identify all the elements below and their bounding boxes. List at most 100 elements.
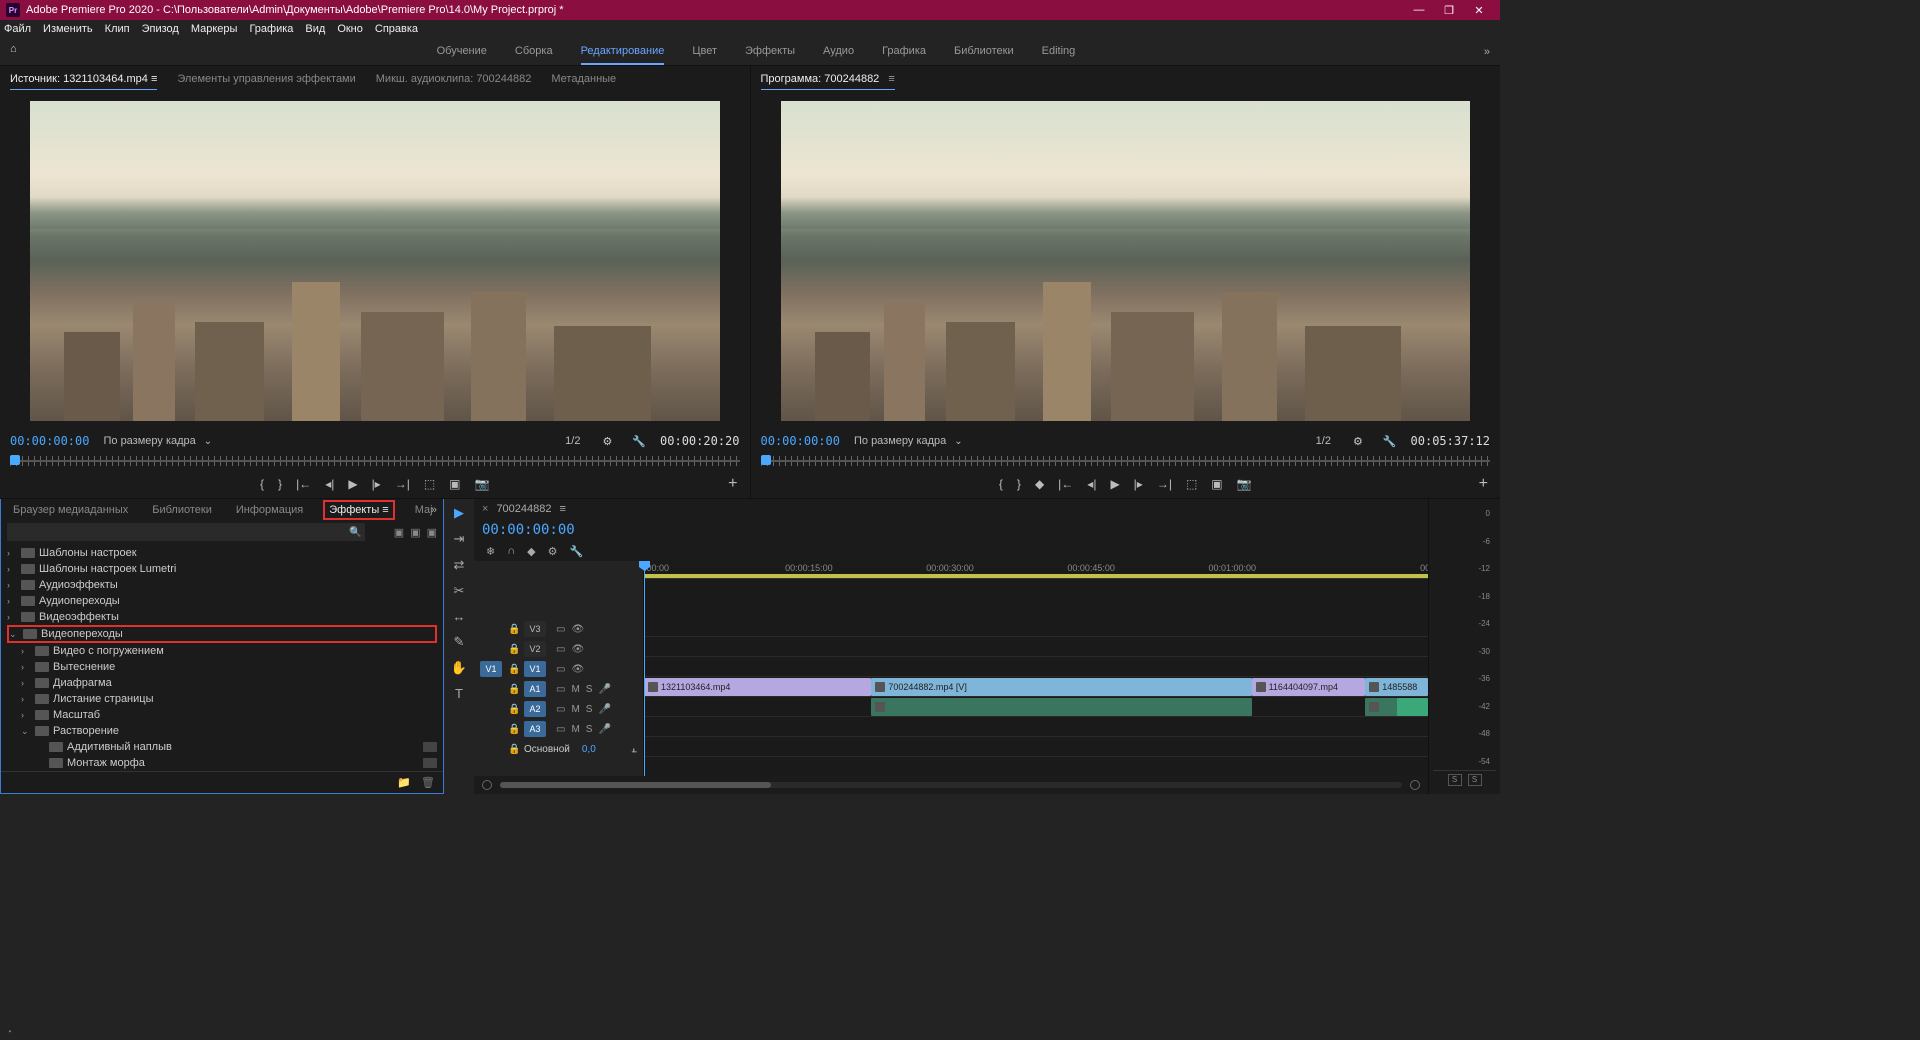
insert-icon[interactable]: ⬚ [424, 477, 435, 491]
extract-icon[interactable]: ▣ [1211, 477, 1222, 491]
fx-tab-Браузер медиаданных[interactable]: Браузер медиаданных [9, 502, 132, 518]
workspace-Аудио[interactable]: Аудио [823, 39, 854, 65]
hand-tool-icon[interactable]: ✋ [451, 660, 467, 676]
source-fit-dropdown[interactable]: По размеру кадра [103, 435, 212, 447]
program-fit-dropdown[interactable]: По размеру кадра [854, 435, 963, 447]
source-scrubber[interactable] [0, 452, 750, 470]
step-back-icon[interactable]: ◂| [1087, 477, 1096, 491]
maximize-button[interactable]: ❐ [1434, 0, 1464, 20]
source-tab-2[interactable]: Микш. аудиоклипа: 700244882 [376, 69, 532, 89]
solo-right[interactable]: S [1468, 774, 1482, 786]
fx-overflow-icon[interactable]: » [431, 504, 437, 516]
export-frame-icon[interactable]: 📷 [475, 477, 490, 491]
tree-item[interactable]: ›Видео с погружением [7, 643, 437, 659]
workspace-Editing[interactable]: Editing [1042, 39, 1076, 65]
solo-left[interactable]: S [1448, 774, 1462, 786]
menu-Эпизод[interactable]: Эпизод [142, 23, 179, 35]
workspace-overflow-icon[interactable]: » [1484, 46, 1490, 58]
overwrite-icon[interactable]: ▣ [449, 477, 460, 491]
marker-icon[interactable]: ◆ [527, 545, 535, 558]
source-res-dropdown[interactable]: 1/2 [565, 435, 580, 447]
master-track-header[interactable]: 🔒Основной0,0⫠ [474, 739, 643, 759]
mark-in-icon[interactable]: { [999, 477, 1003, 491]
tree-item[interactable]: Монтаж морфа [7, 755, 437, 771]
settings-icon[interactable]: ⚙ [602, 435, 612, 448]
minimize-button[interactable]: — [1404, 0, 1434, 20]
program-tc-in[interactable]: 00:00:00:00 [761, 434, 840, 448]
tree-item[interactable]: Аддитивный наплыв [7, 739, 437, 755]
go-out-icon[interactable]: →| [1157, 477, 1172, 491]
timeline-zoom[interactable] [474, 776, 1428, 794]
tree-item[interactable]: ›Диафрагма [7, 675, 437, 691]
track-header-V2[interactable]: 🔒V2▭👁 [474, 639, 643, 659]
mark-out-icon[interactable]: } [1017, 477, 1021, 491]
menu-Файл[interactable]: Файл [4, 23, 31, 35]
clip[interactable]: 700244882.mp4 [V] [871, 678, 1251, 696]
menu-Вид[interactable]: Вид [305, 23, 325, 35]
wrench-icon[interactable]: 🔧 [632, 435, 646, 448]
settings-icon[interactable]: ⚙ [1353, 435, 1363, 448]
clip[interactable]: 1164404097.mp4 [1252, 678, 1366, 696]
accel-badge-icon[interactable]: ▣ [394, 526, 404, 539]
slip-tool-icon[interactable]: ↔ [453, 609, 466, 624]
play-icon[interactable]: ▶ [1110, 477, 1119, 491]
workspace-Сборка[interactable]: Сборка [515, 39, 553, 65]
tree-item[interactable]: ⌄Растворение [7, 723, 437, 739]
step-fwd-icon[interactable]: |▸ [1134, 477, 1143, 491]
sequence-name[interactable]: 700244882 [496, 503, 551, 515]
clip[interactable]: 1485588 [1365, 678, 1428, 696]
source-tab-1[interactable]: Элементы управления эффектами [177, 69, 355, 89]
workspace-Цвет[interactable]: Цвет [692, 39, 717, 65]
mark-out-icon[interactable]: } [278, 477, 282, 491]
mark-in-icon[interactable]: { [260, 477, 264, 491]
fx-tab-Информация[interactable]: Информация [232, 502, 307, 518]
tree-item[interactable]: ›Масштаб [7, 707, 437, 723]
menu-Клип[interactable]: Клип [105, 23, 130, 35]
tree-item[interactable]: ›Вытеснение [7, 659, 437, 675]
menu-Изменить[interactable]: Изменить [43, 23, 93, 35]
program-res-dropdown[interactable]: 1/2 [1316, 435, 1331, 447]
effects-tree[interactable]: ›Шаблоны настроек›Шаблоны настроек Lumet… [1, 543, 443, 771]
play-icon[interactable]: ▶ [348, 477, 357, 491]
workspace-Библиотеки[interactable]: Библиотеки [954, 39, 1014, 65]
tree-item[interactable]: ›Аудиопереходы [7, 593, 437, 609]
program-scrubber[interactable] [751, 452, 1501, 470]
track-area[interactable]: :00:0000:00:15:0000:00:30:0000:00:45:000… [644, 561, 1428, 776]
workspace-Графика[interactable]: Графика [882, 39, 926, 65]
timeline-tc[interactable]: 00:00:00:00 [482, 522, 575, 538]
wrench-icon[interactable]: 🔧 [1383, 435, 1397, 448]
zoom-slider[interactable] [500, 782, 1402, 788]
track-header-A3[interactable]: 🔒A3▭MS🎤 [474, 719, 643, 739]
close-button[interactable]: ✕ [1464, 0, 1494, 20]
track-header-V3[interactable]: 🔒V3▭👁 [474, 619, 643, 639]
pen-tool-icon[interactable]: ✎ [454, 634, 465, 650]
source-tc-in[interactable]: 00:00:00:00 [10, 434, 89, 448]
zoom-out-icon[interactable] [482, 780, 492, 790]
clip[interactable]: 1321103464.mp4 [644, 678, 871, 696]
32bit-badge-icon[interactable]: ▣ [410, 526, 420, 539]
step-fwd-icon[interactable]: |▸ [372, 477, 381, 491]
fx-tab-Библиотеки[interactable]: Библиотеки [148, 502, 216, 518]
track-header-V1[interactable]: V1🔒V1▭👁 [474, 659, 643, 679]
go-out-icon[interactable]: →| [395, 477, 410, 491]
add-button-icon[interactable]: + [1479, 475, 1488, 493]
workspace-Редактирование[interactable]: Редактирование [581, 39, 665, 65]
go-in-icon[interactable]: |← [1058, 477, 1073, 491]
workspace-Эффекты[interactable]: Эффекты [745, 39, 795, 65]
wrench-icon[interactable]: 🔧 [569, 545, 583, 558]
razor-tool-icon[interactable]: ✂ [454, 583, 465, 599]
add-marker-icon[interactable]: ◆ [1035, 477, 1044, 491]
go-in-icon[interactable]: |← [296, 477, 311, 491]
menu-Окно[interactable]: Окно [337, 23, 363, 35]
tree-item[interactable]: ⌄Видеопереходы [7, 625, 437, 643]
workspace-Обучение[interactable]: Обучение [437, 39, 487, 65]
settings-icon[interactable]: ⚙ [548, 545, 558, 558]
program-tab[interactable]: Программа: 700244882 ≡ [761, 69, 895, 90]
close-seq-icon[interactable]: × [482, 503, 488, 515]
menu-icon[interactable]: ≡ [560, 503, 566, 515]
playhead[interactable] [644, 561, 645, 776]
time-ruler[interactable]: :00:0000:00:15:0000:00:30:0000:00:45:000… [644, 561, 1428, 579]
type-tool-icon[interactable]: T [455, 686, 463, 701]
snap-icon[interactable]: ❄ [486, 545, 495, 558]
menu-icon[interactable]: ≡ [885, 73, 894, 85]
